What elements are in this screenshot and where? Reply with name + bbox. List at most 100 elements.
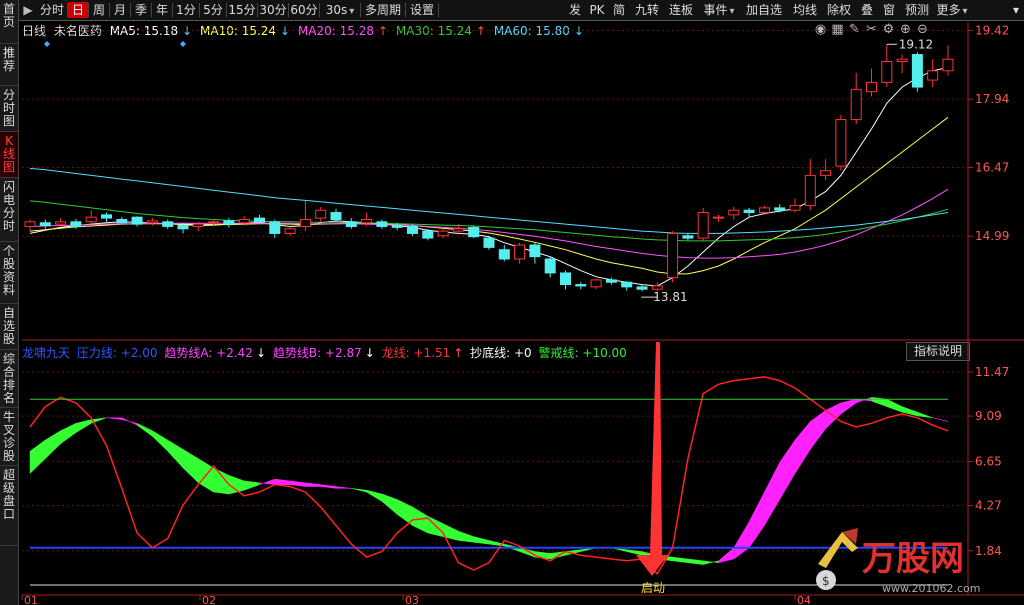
candle-body xyxy=(376,221,388,227)
candle-body xyxy=(391,225,403,228)
low-label: 13.81 xyxy=(653,290,687,304)
eye-icon[interactable]: ◉ xyxy=(812,22,829,37)
sidebar-item-8[interactable]: 牛叉诊股 xyxy=(0,408,18,466)
toolbar-item-0[interactable]: 分时 xyxy=(37,2,67,18)
candle-body xyxy=(636,286,648,290)
edit-icon[interactable]: ✎ xyxy=(846,22,863,37)
indicator-explain-button[interactable]: 指标说明 xyxy=(906,342,970,361)
candle-body xyxy=(345,221,357,227)
zoom-out-icon[interactable]: ⊖ xyxy=(914,22,931,37)
candle-body xyxy=(804,174,816,207)
trend-ribbon-segment xyxy=(488,540,505,547)
toolbar-item-8[interactable]: 15分 xyxy=(227,2,257,18)
toolbar-item-9[interactable]: 30分 xyxy=(258,2,288,18)
candle-body xyxy=(85,216,97,223)
toolbar-right-item-1[interactable]: PK xyxy=(587,2,607,18)
candle-body xyxy=(713,216,724,219)
indicator-legend: 龙啸九天 压力线: +2.00 趋势线A: +2.42 ↓ 趋势线B: +2.87… xyxy=(22,344,630,361)
zoom-in-icon[interactable]: ⊕ xyxy=(897,22,914,37)
toolbar-right-item-6[interactable]: 加自选 xyxy=(741,2,787,18)
toolbar-item-7[interactable]: 5分 xyxy=(200,2,226,18)
ma-line-ma20 xyxy=(29,188,949,259)
toolbar-collapse-icon[interactable]: ▾ xyxy=(1009,2,1023,18)
svg-text:万股网: 万股网 xyxy=(862,539,964,579)
x-tick-label: 04 xyxy=(797,594,811,605)
candle-body xyxy=(942,58,954,72)
sidebar-item-2[interactable]: 分时图 xyxy=(0,86,18,132)
candle-body xyxy=(70,221,82,227)
alert-value: 警戒线: +10.00 xyxy=(538,346,627,360)
toolbar-item-1[interactable]: 日 xyxy=(68,2,88,18)
toolbar-item-12[interactable]: 多周期 xyxy=(361,2,405,18)
trend-ribbon-segment xyxy=(396,499,413,527)
settings-icon[interactable]: ⚙ xyxy=(880,22,897,37)
trend-ribbon-segment xyxy=(228,475,245,495)
sidebar-item-9[interactable]: 超级盘口 xyxy=(0,466,18,546)
toolbar-right-item-2[interactable]: 简 xyxy=(609,2,629,18)
candle-body xyxy=(498,249,510,260)
grid-icon[interactable]: ▦ xyxy=(829,22,846,37)
toolbar-item-11[interactable]: 30s xyxy=(320,2,360,18)
toolbar-right-item-5[interactable]: 事件 xyxy=(699,2,739,18)
sidebar-item-5[interactable]: 个股资料 xyxy=(0,242,18,304)
sidebar-item-3[interactable]: K线图 xyxy=(0,132,18,178)
toolbar-right-item-0[interactable]: 发 xyxy=(565,2,585,18)
candle-body xyxy=(835,119,847,167)
ind-tick-label: 6.65 xyxy=(975,454,1002,468)
toolbar-right-item-12[interactable]: 更多 xyxy=(935,2,969,18)
trend-ribbon-segment xyxy=(825,402,842,430)
toolbar-item-6[interactable]: 1分 xyxy=(173,2,199,18)
trend-ribbon-segment xyxy=(381,493,398,515)
x-tick-label: 01 xyxy=(24,594,38,605)
toolbar-divider xyxy=(438,3,439,17)
price-tick-label: 16.47 xyxy=(975,160,1009,174)
toolbar-right-item-10[interactable]: 窗 xyxy=(879,2,899,18)
candle-body xyxy=(269,221,281,234)
period-toolbar: ▶ 分时日周月季年1分5分15分30分60分30s多周期设置 发PK简九转连板事件… xyxy=(19,0,1024,21)
toolbar-item-10[interactable]: 60分 xyxy=(289,2,319,18)
candle-body xyxy=(254,217,265,223)
toolbar-right-item-8[interactable]: 除权 xyxy=(823,2,855,18)
sidebar-item-7[interactable]: 综合排名 xyxy=(0,350,18,408)
toolbar-item-3[interactable]: 月 xyxy=(110,2,130,18)
ma60-value: MA60: 15.80 xyxy=(493,24,570,38)
toolbar-right-item-4[interactable]: 连板 xyxy=(665,2,697,18)
toolbar-item-4[interactable]: 季 xyxy=(131,2,151,18)
trend-ribbon-segment xyxy=(351,488,367,493)
candle-body xyxy=(101,214,112,219)
ma30-value: MA30: 15.24 xyxy=(395,24,472,38)
trend-ribbon-segment xyxy=(687,558,704,565)
sidebar-item-6[interactable]: 自选股 xyxy=(0,304,18,350)
candle-body xyxy=(651,285,663,290)
price-tick-label: 17.94 xyxy=(975,92,1009,106)
trend-ribbon-segment xyxy=(534,551,551,560)
candle-body xyxy=(820,170,832,176)
candle-body xyxy=(39,222,51,227)
up-arrow-icon: ↑ xyxy=(475,24,486,38)
sidebar-item-1[interactable]: 推荐 xyxy=(0,44,18,86)
play-icon[interactable]: ▶ xyxy=(21,2,35,18)
toolbar-item-13[interactable]: 设置 xyxy=(406,2,438,18)
down-arrow-icon: ↓ xyxy=(573,24,584,38)
toolbar-right-item-3[interactable]: 九转 xyxy=(631,2,663,18)
up-arrow-icon: ↑ xyxy=(453,346,464,360)
candle-body xyxy=(223,220,235,225)
trend-ribbon-segment xyxy=(289,480,306,487)
trend-ribbon-segment xyxy=(565,549,582,556)
sidebar-item-0[interactable]: 首页 xyxy=(0,0,18,44)
toolbar-item-5[interactable]: 年 xyxy=(152,2,172,18)
toolbar-right-item-11[interactable]: 预测 xyxy=(901,2,933,18)
toolbar-item-2[interactable]: 周 xyxy=(89,2,109,18)
trend-ribbon-segment xyxy=(366,489,383,502)
trend-ribbon-segment xyxy=(473,536,490,545)
toolbar-right-item-9[interactable]: 叠 xyxy=(857,2,877,18)
scissors-icon[interactable]: ✂ xyxy=(863,22,880,37)
trend-ribbon-segment xyxy=(611,547,627,552)
candle-body xyxy=(560,272,571,286)
trend-ribbon-segment xyxy=(106,417,123,420)
ma-line-ma30 xyxy=(29,200,949,242)
sidebar-item-4[interactable]: 闪电分时 xyxy=(0,178,18,242)
trend-ribbon-segment xyxy=(29,439,46,475)
toolbar-right-item-7[interactable]: 均线 xyxy=(789,2,821,18)
trend-ribbon-segment xyxy=(932,417,949,422)
